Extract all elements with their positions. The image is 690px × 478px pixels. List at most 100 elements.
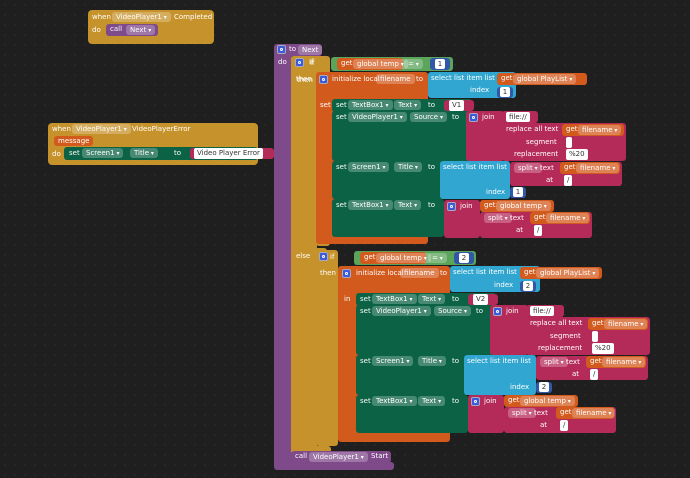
mutator-gear-icon[interactable] — [471, 397, 480, 406]
property-dropdown[interactable]: Text — [418, 396, 446, 406]
variable-dropdown[interactable]: filename — [602, 357, 646, 367]
component-dropdown[interactable]: TextBox1 — [348, 100, 393, 110]
get-playlist-1[interactable]: get global PlayList — [497, 73, 587, 85]
number-block[interactable]: 1 — [497, 87, 513, 98]
number-value[interactable]: 1 — [435, 59, 445, 69]
mutator-gear-icon[interactable] — [342, 269, 351, 278]
mutator-gear-icon[interactable] — [447, 202, 456, 211]
text-block[interactable] — [562, 137, 584, 148]
variable-dropdown[interactable]: global temp — [353, 59, 408, 69]
set-textbox-temp-2[interactable]: set TextBox1 Text to — [356, 395, 468, 433]
text-value[interactable] — [592, 331, 598, 342]
text-block[interactable] — [588, 331, 610, 342]
number-block[interactable]: 1 — [510, 187, 526, 198]
get-temp[interactable]: get global temp — [504, 395, 578, 407]
number-value[interactable]: 2 — [523, 281, 533, 291]
number-value[interactable]: 1 — [513, 187, 523, 197]
property-dropdown[interactable]: Text — [394, 100, 422, 110]
get-temp-2[interactable]: get global temp — [360, 252, 431, 264]
property-dropdown[interactable]: Title — [394, 162, 422, 172]
mutator-gear-icon[interactable] — [493, 307, 502, 316]
join-block-1[interactable]: join — [466, 111, 504, 161]
text-block[interactable]: %20 — [562, 149, 598, 160]
join-block-4[interactable]: join — [468, 395, 504, 433]
variable-dropdown[interactable]: filename — [578, 125, 622, 135]
event-videoplayer-completed[interactable]: when VideoPlayer1 Completed do call Next — [88, 10, 214, 44]
text-value[interactable]: V2 — [473, 294, 489, 305]
text-value[interactable] — [566, 137, 572, 148]
text-block[interactable]: V2 — [468, 294, 498, 305]
property-dropdown[interactable]: Title — [130, 148, 158, 158]
number-block[interactable]: 1 — [430, 58, 450, 70]
text-value[interactable]: Video Player Error — [194, 148, 263, 159]
get-filename[interactable]: get filename — [556, 407, 616, 419]
component-dropdown[interactable]: TextBox1 — [348, 200, 393, 210]
procedure-next-header[interactable]: to Next — [274, 44, 323, 56]
get-filename[interactable]: get filename — [562, 124, 624, 136]
event-videoplayer-error[interactable]: when VideoPlayer1 VideoPlayerError messa… — [48, 123, 274, 165]
property-dropdown[interactable]: Text — [394, 200, 422, 210]
number-block[interactable]: 2 — [454, 252, 474, 264]
text-value[interactable]: %20 — [592, 343, 614, 354]
select-list-item-title-1[interactable]: select list item list index — [440, 161, 510, 199]
get-temp[interactable]: get global temp — [480, 200, 554, 212]
text-value[interactable]: %20 — [566, 149, 588, 160]
split-dropdown[interactable]: split — [484, 213, 512, 223]
variable-dropdown[interactable]: filename — [576, 163, 620, 173]
component-dropdown[interactable]: VideoPlayer1 — [72, 124, 131, 134]
text-value[interactable]: / — [534, 225, 543, 236]
text-value[interactable]: / — [564, 175, 573, 186]
component-dropdown[interactable]: VideoPlayer1 — [309, 452, 368, 462]
text-block[interactable]: / — [560, 175, 582, 186]
component-dropdown[interactable]: TextBox1 — [372, 396, 417, 406]
mutator-gear-icon[interactable] — [319, 252, 328, 261]
inner-if-2[interactable] — [316, 250, 338, 446]
call-next-block[interactable]: call Next — [106, 24, 158, 36]
text-block[interactable]: / — [556, 420, 578, 431]
property-dropdown[interactable]: Source — [410, 112, 447, 122]
text-block[interactable]: file:// — [526, 305, 564, 317]
join-block-2[interactable]: join — [444, 200, 480, 238]
text-value[interactable]: / — [560, 420, 569, 431]
text-block[interactable]: file:// — [502, 111, 538, 123]
number-value[interactable]: 2 — [539, 382, 549, 392]
text-value[interactable]: V1 — [449, 100, 465, 111]
text-block[interactable]: %20 — [588, 343, 624, 354]
number-value[interactable]: 1 — [500, 87, 510, 97]
component-dropdown[interactable]: TextBox1 — [372, 294, 417, 304]
get-playlist-2[interactable]: get global PlayList — [520, 267, 602, 279]
call-videoplayer-start[interactable]: call VideoPlayer1 Start — [291, 451, 391, 463]
component-dropdown[interactable]: VideoPlayer1 — [112, 12, 171, 22]
set-title-1[interactable]: set Screen1 Title to — [332, 161, 444, 199]
set-title-2[interactable]: set Screen1 Title to — [356, 355, 468, 395]
variable-dropdown[interactable]: global temp — [520, 396, 575, 406]
mutator-gear-icon[interactable] — [277, 45, 286, 54]
set-textbox-temp-1[interactable]: set TextBox1 Text to — [332, 199, 444, 237]
split-dropdown[interactable]: split — [540, 357, 568, 367]
variable-dropdown[interactable]: filename — [572, 408, 616, 418]
variable-dropdown[interactable]: filename — [546, 213, 590, 223]
operator-dropdown[interactable]: = — [404, 59, 423, 69]
split-dropdown[interactable]: split — [514, 163, 542, 173]
text-block[interactable]: V1 — [444, 100, 474, 111]
variable-dropdown[interactable]: global PlayList — [536, 268, 600, 278]
text-value[interactable]: file:// — [506, 112, 530, 122]
text-value[interactable]: file:// — [530, 306, 554, 316]
property-dropdown[interactable]: Title — [418, 356, 446, 366]
property-dropdown[interactable]: Source — [434, 306, 471, 316]
get-filename[interactable]: get filename — [586, 356, 646, 368]
set-source-2[interactable]: set VideoPlayer1 Source to — [356, 305, 496, 355]
local-name-field[interactable]: filename — [376, 74, 415, 84]
get-filename[interactable]: get filename — [530, 212, 590, 224]
set-title-block[interactable]: set Screen1 Title to Video Player Error — [64, 147, 274, 160]
mutator-gear-icon[interactable] — [295, 58, 304, 67]
component-dropdown[interactable]: VideoPlayer1 — [372, 306, 431, 316]
proc-dropdown[interactable]: Next — [126, 25, 156, 35]
param-message[interactable]: message — [54, 136, 94, 146]
get-filename[interactable]: get filename — [588, 318, 648, 330]
mutator-gear-icon[interactable] — [469, 113, 478, 122]
number-value[interactable]: 2 — [459, 253, 469, 263]
variable-dropdown[interactable]: global temp — [376, 253, 431, 263]
split-dropdown[interactable]: split — [508, 408, 536, 418]
select-list-item-title-2[interactable]: select list item list index — [464, 355, 536, 395]
